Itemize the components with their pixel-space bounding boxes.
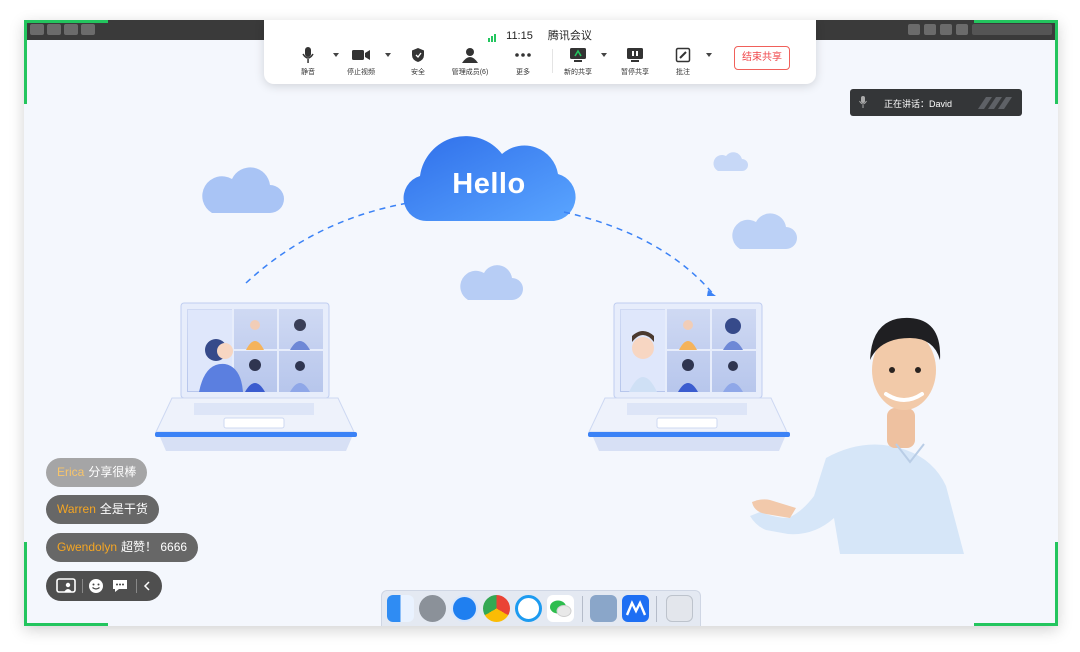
share-frame-corner (974, 542, 1058, 626)
dock-divider (656, 596, 657, 622)
cloud-icon (202, 167, 284, 213)
manage-members-button[interactable]: 管理成员(6) (442, 45, 498, 77)
preview-icon[interactable] (590, 595, 617, 622)
dashed-arrow-left (245, 202, 409, 284)
dock-divider (582, 596, 583, 622)
chat-text: 全是干货 (99, 502, 148, 516)
shield-icon (412, 48, 424, 62)
chat-bubble: Erica 分享很棒 (46, 458, 148, 487)
cloud-icon (713, 152, 748, 171)
chrome-icon[interactable] (483, 595, 510, 622)
speaking-label: 正在讲话：David (884, 99, 953, 109)
more-button[interactable]: 更多 (495, 45, 551, 77)
cloud-icon (460, 265, 523, 300)
chat-text: 分享很棒 (88, 465, 137, 479)
screen-share-icon (570, 48, 586, 62)
share-frame-corner (974, 20, 1058, 104)
shared-screen: Hello 11:15 腾讯会议 静音 停止视频 安全 管理成员(6) 更多 新… (24, 20, 1058, 626)
qq-browser-icon[interactable] (515, 595, 542, 622)
wechat-icon[interactable] (547, 595, 574, 622)
video-camera-icon (352, 50, 370, 60)
safari-icon[interactable] (451, 595, 478, 622)
trash-icon[interactable] (666, 595, 693, 622)
toolbar-header: 11:15 腾讯会议 (264, 27, 816, 43)
security-button[interactable]: 安全 (390, 45, 446, 77)
mac-dock (381, 590, 701, 626)
tencent-meeting-icon[interactable] (622, 595, 649, 622)
new-share-button[interactable]: 新的共享 (550, 45, 606, 77)
chat-bubble: Warren 全是干货 (46, 495, 159, 524)
arrowhead-icon (707, 290, 716, 296)
members-icon (462, 48, 478, 63)
chat-sender: Erica (57, 465, 85, 479)
annotate-button[interactable]: 批注 (655, 45, 711, 77)
chevron-left-icon[interactable] (142, 578, 152, 594)
more-icon (515, 53, 531, 57)
share-frame-corner (24, 20, 108, 104)
mute-button[interactable]: 静音 (280, 45, 336, 77)
cloud-icon (732, 213, 797, 249)
presenter-avatar (750, 317, 964, 554)
annotate-icon (675, 47, 691, 63)
meeting-toolbar: 11:15 腾讯会议 静音 停止视频 安全 管理成员(6) 更多 新的共享 暂停… (264, 20, 816, 84)
app-title: 腾讯会议 (547, 30, 592, 42)
signal-icon (488, 30, 497, 43)
chat-sender: Warren (57, 502, 96, 516)
finder-icon[interactable] (387, 595, 414, 622)
launchpad-icon[interactable] (419, 595, 446, 622)
chevron-down-icon[interactable] (705, 51, 713, 59)
share-frame-corner (24, 542, 108, 626)
dashed-arrow-right (563, 211, 715, 296)
page: Hello 11:15 腾讯会议 静音 停止视频 安全 管理成员(6) 更多 新… (0, 0, 1080, 652)
divider (136, 579, 137, 593)
microphone-icon (302, 47, 314, 63)
chat-icon[interactable] (112, 578, 128, 594)
microphone-icon (859, 96, 867, 108)
laptop-left-illustration (155, 302, 357, 451)
chat-text: 超赞！ 6666 (121, 540, 188, 554)
end-share-button[interactable]: 结束共享 (734, 46, 790, 70)
hello-cloud-label: Hello (452, 168, 526, 200)
meeting-time: 11:15 (506, 30, 533, 42)
stop-video-button[interactable]: 停止视频 (333, 45, 389, 77)
pause-share-icon (627, 48, 643, 62)
